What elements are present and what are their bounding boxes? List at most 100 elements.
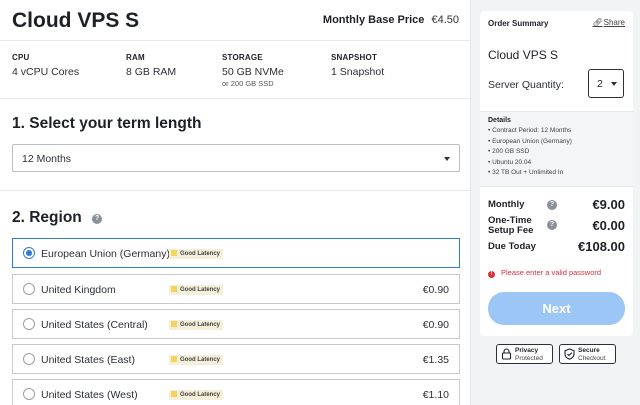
product-title: Cloud VPS S [12, 9, 140, 32]
latency-badge: Good Latency [169, 285, 224, 295]
spec-key: CPU [12, 53, 30, 62]
region-option-uk[interactable]: United Kingdom Good Latency €0.90 [12, 274, 460, 304]
monthly-amount: €9.00 [592, 197, 625, 212]
setup-fee-row: One-Time Setup Fee ? €0.00 [488, 216, 625, 238]
spec-key: STORAGE [222, 53, 263, 62]
question-circle-icon[interactable]: ? [547, 220, 557, 230]
radio-icon[interactable] [23, 353, 35, 365]
quantity-label: Server Quantity: [488, 79, 564, 91]
trust-line1: Privacy [515, 347, 539, 354]
setup-fee-label: One-Time Setup Fee [488, 215, 534, 236]
configuration-panel: Cloud VPS S Monthly Base Price €4.50 CPU… [0, 0, 471, 405]
due-today-amount: €108.00 [578, 239, 625, 254]
region-name: United Kingdom [41, 284, 116, 296]
trust-line1: Secure [578, 347, 600, 354]
chevron-down-icon [444, 157, 450, 161]
latency-badge: Good Latency [169, 249, 224, 259]
spec-key: SNAPSHOT [331, 53, 378, 62]
due-today-row: Due Today €108.00 [488, 239, 625, 254]
summary-product-name: Cloud VPS S [488, 48, 559, 62]
radio-icon[interactable] [23, 318, 35, 330]
region-name: United States (East) [41, 354, 135, 366]
latency-badge: Good Latency [169, 320, 224, 330]
term-selected-value: 12 Months [22, 153, 72, 165]
details-item: 32 TB Out + Unlimited In [488, 168, 572, 179]
region-price: €0.90 [422, 284, 449, 296]
latency-badge-label: Good Latency [180, 322, 221, 328]
region-option-eu-germany[interactable]: European Union (Germany) Good Latency [12, 238, 460, 268]
quantity-value: 2 [597, 78, 603, 90]
details-item: European Union (Germany) [488, 137, 572, 148]
details-list: Contract Period: 12 Months European Unio… [488, 126, 572, 179]
spec-value: 4 vCPU Cores [12, 66, 80, 78]
latency-badge-label: Good Latency [180, 287, 221, 293]
region-option-us-east[interactable]: United States (East) Good Latency €1.35 [12, 344, 460, 374]
latency-square-icon [171, 391, 177, 397]
base-price-value: €4.50 [431, 14, 459, 26]
latency-badge-label: Good Latency [180, 392, 221, 398]
region-option-us-central[interactable]: United States (Central) Good Latency €0.… [12, 309, 460, 339]
next-button[interactable]: Next [488, 292, 625, 325]
due-today-label: Due Today [488, 241, 536, 252]
radio-selected-icon[interactable] [23, 247, 35, 259]
latency-badge: Good Latency [169, 355, 224, 365]
details-title: Details [488, 117, 511, 124]
term-length-select[interactable]: 12 Months [12, 144, 460, 172]
latency-badge-label: Good Latency [180, 251, 221, 257]
latency-square-icon [171, 356, 177, 362]
server-quantity-select[interactable]: 2 [588, 69, 624, 98]
question-circle-icon[interactable]: ? [92, 214, 103, 224]
share-link[interactable]: 🔗︎Share [592, 18, 625, 27]
region-name: United States (West) [41, 389, 138, 401]
monthly-row: Monthly ? €9.00 [488, 197, 625, 212]
order-summary-title: Order Summary [488, 19, 549, 28]
monthly-base-price: Monthly Base Price €4.50 [323, 14, 459, 26]
divider [0, 40, 470, 41]
divider [0, 98, 470, 99]
setup-fee-amount: €0.00 [592, 218, 625, 233]
region-price: €1.35 [422, 354, 449, 366]
spec-cpu: CPU 4 vCPU Cores [12, 53, 79, 78]
radio-icon[interactable] [23, 283, 35, 295]
radio-icon[interactable] [23, 388, 35, 400]
details-item: Ubuntu 20.04 [488, 158, 572, 169]
trust-line2: Protected [515, 355, 543, 362]
region-price: €1.10 [422, 389, 449, 401]
spec-sub: or 200 GB SSD [222, 79, 274, 88]
secure-checkout-badge: Secure Checkout [559, 344, 616, 364]
divider [0, 190, 470, 191]
trust-line2: Checkout [578, 355, 606, 362]
spec-snapshot: SNAPSHOT 1 Snapshot [331, 53, 384, 78]
shield-check-icon [564, 348, 575, 360]
password-error: ! Please enter a valid password [488, 268, 601, 278]
details-item: 200 GB SSD [488, 147, 572, 158]
privacy-protected-badge: Privacy Protected [496, 344, 553, 364]
question-circle-icon[interactable]: ? [547, 200, 557, 210]
share-label: Share [603, 18, 625, 27]
latency-square-icon [171, 321, 177, 327]
chevron-down-icon [611, 82, 617, 86]
region-heading-text: 2. Region [12, 209, 82, 226]
lock-icon [501, 348, 512, 360]
latency-square-icon [171, 250, 177, 256]
region-option-us-west[interactable]: United States (West) Good Latency €1.10 [12, 379, 460, 405]
region-name: United States (Central) [41, 319, 148, 331]
spec-storage: STORAGE 50 GB NVMe or 200 GB SSD [222, 53, 284, 88]
spec-key: RAM [126, 53, 145, 62]
latency-square-icon [171, 286, 177, 292]
region-heading: 2. Region ? [12, 209, 103, 227]
details-item: Contract Period: 12 Months [488, 126, 572, 137]
error-text: Please enter a valid password [501, 268, 602, 277]
term-heading: 1. Select your term length [12, 115, 202, 132]
spec-value: 1 Snapshot [331, 66, 385, 78]
spec-value: 8 GB RAM [126, 66, 177, 78]
details-box: Details Contract Period: 12 Months Europ… [480, 111, 633, 187]
link-icon: 🔗︎ [592, 18, 603, 27]
latency-badge-label: Good Latency [180, 357, 221, 363]
order-summary-panel: Order Summary 🔗︎Share Cloud VPS S Server… [480, 11, 633, 336]
spec-value: 50 GB NVMe [222, 66, 284, 78]
latency-badge: Good Latency [169, 390, 224, 400]
base-price-label: Monthly Base Price [322, 14, 425, 26]
spec-ram: RAM 8 GB RAM [126, 53, 176, 78]
region-name: European Union (Germany) [41, 248, 170, 260]
